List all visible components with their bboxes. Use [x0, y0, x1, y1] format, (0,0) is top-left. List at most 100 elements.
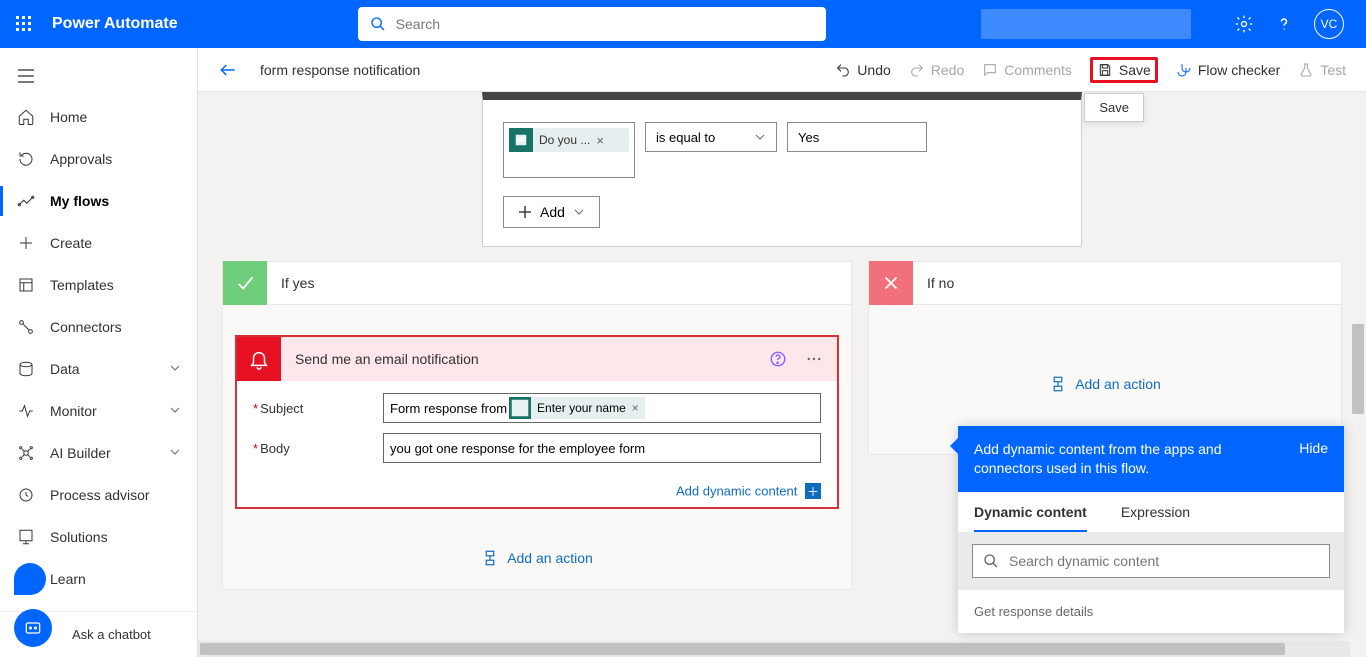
token-text: Enter your name: [537, 401, 626, 415]
nav-create[interactable]: Create: [0, 222, 197, 264]
flows-icon: [16, 191, 36, 211]
if-yes-branch: If yes Send me an email notification: [222, 261, 852, 590]
forms-token[interactable]: Enter your name ×: [509, 397, 645, 419]
add-action-no[interactable]: Add an action: [881, 375, 1329, 393]
monitor-icon: [16, 401, 36, 421]
close-icon: [869, 261, 913, 305]
nav-ai-builder[interactable]: AI Builder: [0, 432, 197, 474]
connectors-icon: [16, 317, 36, 337]
nav-label: Templates: [50, 277, 114, 293]
nav-my-flows[interactable]: My flows: [0, 180, 197, 222]
notification-bell-icon: [237, 337, 281, 381]
help-circle-icon[interactable]: [769, 350, 787, 368]
if-no-title: If no: [927, 275, 954, 291]
vertical-scrollbar[interactable]: [1350, 92, 1366, 641]
if-yes-title: If yes: [281, 275, 314, 291]
action-card-title: Send me an email notification: [295, 351, 479, 367]
nav-templates[interactable]: Templates: [0, 264, 197, 306]
save-button[interactable]: Save: [1090, 57, 1158, 83]
test-button[interactable]: Test: [1298, 62, 1346, 78]
add-dynamic-content-link[interactable]: Add dynamic content: [676, 484, 797, 499]
forms-icon: [509, 128, 533, 152]
search-input[interactable]: [396, 16, 814, 32]
nav-monitor[interactable]: Monitor: [0, 390, 197, 432]
ai-builder-icon: [16, 443, 36, 463]
dc-search-input[interactable]: [1009, 553, 1319, 569]
nav-label: Process advisor: [50, 487, 150, 503]
back-button[interactable]: [218, 60, 238, 80]
redo-button[interactable]: Redo: [909, 62, 964, 78]
nav-label: My flows: [50, 193, 109, 209]
nav-solutions[interactable]: Solutions: [0, 516, 197, 558]
condition-operator-select[interactable]: is equal to: [645, 122, 777, 152]
nav-label: Approvals: [50, 151, 112, 167]
flow-title: form response notification: [260, 62, 420, 78]
comments-button[interactable]: Comments: [982, 62, 1072, 78]
save-tooltip: Save: [1084, 93, 1144, 122]
dc-message: Add dynamic content from the apps and co…: [974, 440, 1274, 478]
forms-token[interactable]: Do you ... ×: [509, 128, 629, 152]
nav-data[interactable]: Data: [0, 348, 197, 390]
chevron-down-icon: [169, 361, 181, 377]
chevron-down-icon: [573, 206, 585, 218]
undo-button[interactable]: Undo: [835, 62, 890, 78]
chatbot-launcher[interactable]: [14, 609, 52, 647]
body-input[interactable]: you got one response for the employee fo…: [383, 433, 821, 463]
subject-label: *Subject: [253, 401, 383, 416]
tab-dynamic-content[interactable]: Dynamic content: [974, 504, 1087, 532]
body-label: *Body: [253, 441, 383, 456]
nav-label: Monitor: [50, 403, 97, 419]
add-action-yes[interactable]: Add an action: [235, 549, 839, 567]
help-icon[interactable]: [1274, 14, 1294, 34]
email-notification-action[interactable]: Send me an email notification *Subject: [235, 335, 839, 509]
nav-label: Home: [50, 109, 87, 125]
chat-bubble-icon[interactable]: [14, 563, 46, 595]
app-name: Power Automate: [52, 15, 178, 33]
subject-text: Form response from: [390, 401, 507, 416]
condition-value-input[interactable]: [787, 122, 927, 152]
operator-value: is equal to: [656, 130, 715, 145]
global-search[interactable]: [358, 7, 826, 41]
if-no-header[interactable]: If no: [868, 261, 1342, 305]
more-icon[interactable]: [805, 350, 823, 368]
hide-panel-button[interactable]: Hide: [1299, 440, 1328, 478]
body-text: you got one response for the employee fo…: [390, 441, 645, 456]
flow-checker-label: Flow checker: [1198, 62, 1280, 78]
if-yes-header[interactable]: If yes: [222, 261, 852, 305]
templates-icon: [16, 275, 36, 295]
tab-expression[interactable]: Expression: [1121, 504, 1190, 532]
redo-label: Redo: [931, 62, 964, 78]
nav-label: Solutions: [50, 529, 108, 545]
remove-token-icon[interactable]: ×: [596, 133, 604, 148]
settings-icon[interactable]: [1234, 14, 1254, 34]
nav-label: Data: [50, 361, 80, 377]
command-bar: form response notification Undo Redo Com…: [198, 48, 1366, 92]
forms-icon: [509, 397, 531, 419]
flow-checker-button[interactable]: Flow checker: [1176, 62, 1280, 78]
chevron-down-icon: [169, 445, 181, 461]
subject-input[interactable]: Form response from Enter your name ×: [383, 393, 821, 423]
nav-approvals[interactable]: Approvals: [0, 138, 197, 180]
nav-collapse-button[interactable]: [0, 56, 197, 96]
test-label: Test: [1320, 62, 1346, 78]
nav-connectors[interactable]: Connectors: [0, 306, 197, 348]
remove-token-icon[interactable]: ×: [632, 401, 639, 415]
callout-pointer: [950, 438, 958, 454]
approvals-icon: [16, 149, 36, 169]
condition-card[interactable]: Do you ... × is equal to Add: [482, 92, 1082, 247]
checkmark-icon: [223, 261, 267, 305]
nav-process-advisor[interactable]: Process advisor: [0, 474, 197, 516]
add-condition-button[interactable]: Add: [503, 196, 600, 228]
app-launcher-icon[interactable]: [8, 8, 40, 40]
dc-search[interactable]: [972, 544, 1330, 578]
nav-label: Learn: [50, 571, 86, 587]
nav-home[interactable]: Home: [0, 96, 197, 138]
plus-icon[interactable]: ＋: [805, 483, 821, 499]
environment-picker[interactable]: [981, 9, 1191, 39]
horizontal-scrollbar[interactable]: [198, 641, 1350, 657]
nav-label: AI Builder: [50, 445, 111, 461]
add-action-label: Add an action: [507, 550, 593, 566]
search-icon: [983, 553, 999, 569]
user-avatar[interactable]: VC: [1314, 9, 1344, 39]
condition-left-operand[interactable]: Do you ... ×: [503, 122, 635, 178]
